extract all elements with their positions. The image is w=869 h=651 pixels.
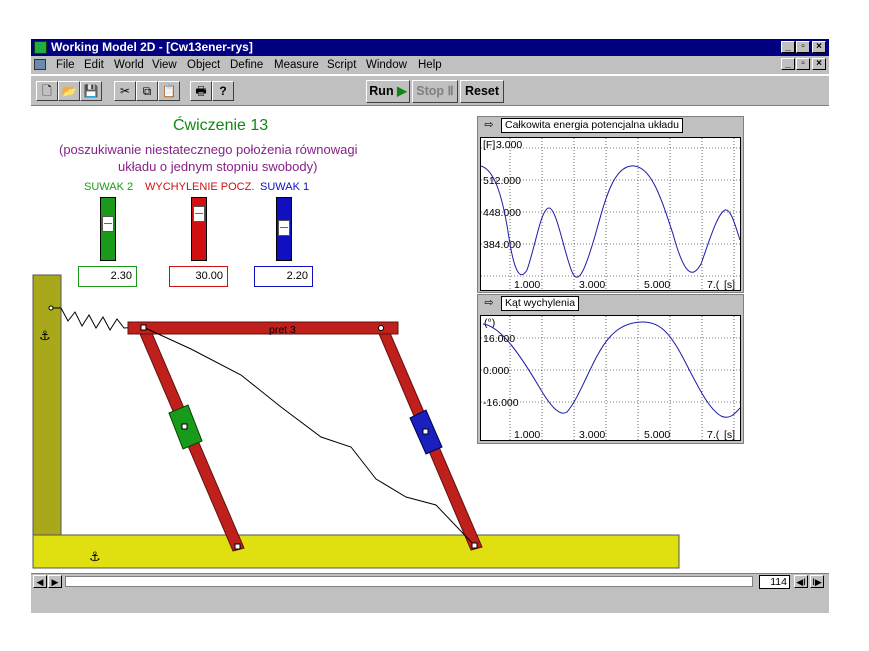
status-bar <box>31 590 829 613</box>
x-tick: 3.000 <box>579 279 605 290</box>
y-tick: 16.000 <box>483 333 515 345</box>
window-title: Working Model 2D - [Cw13ener-rys] <box>51 40 253 54</box>
copy-icon[interactable]: ⧉ <box>136 81 158 101</box>
toolbar: 🗋 📂 💾 ✂ ⧉ 📋 🖶 ? Run ▶ Stop Ⅱ Reset <box>31 75 829 106</box>
green-slider-block[interactable] <box>168 404 203 450</box>
x-unit: [s] <box>724 429 735 440</box>
y-tick: 3.000 <box>496 139 522 151</box>
x-tick: 5.000 <box>644 279 670 290</box>
menu-world[interactable]: World <box>114 56 144 74</box>
paste-icon[interactable]: 📋 <box>158 81 180 101</box>
play-icon: ▶ <box>397 84 407 98</box>
stop-label: Stop <box>416 84 445 98</box>
doc-minimize-button[interactable]: _ <box>781 58 795 70</box>
y-tick: -16.000 <box>483 397 519 409</box>
reset-button[interactable]: Reset <box>460 80 504 103</box>
doc-close-button[interactable]: × <box>812 58 826 70</box>
energy-graph[interactable]: ⇨ Całkowita energia potencjalna układu [… <box>477 116 744 293</box>
menu-object[interactable]: Object <box>187 56 220 74</box>
menu-edit[interactable]: Edit <box>84 56 104 74</box>
step-back-icon[interactable]: ◀Ⅰ <box>794 575 808 588</box>
pin-joint <box>140 324 147 331</box>
x-tick: 5.000 <box>644 429 670 440</box>
document-icon[interactable] <box>34 59 46 70</box>
grid <box>481 316 740 440</box>
new-file-icon[interactable]: 🗋 <box>36 81 58 101</box>
workspace: Ćwiczenie 13 (poszukiwanie niestateczneg… <box>31 107 829 573</box>
menu-file[interactable]: File <box>56 56 75 74</box>
angle-graph[interactable]: ⇨ Kąt wychylenia (°) 16.000 0.000 -16.00… <box>477 294 744 444</box>
angle-plot-area: (°) 16.000 0.000 -16.000 1.000 3.000 5.0… <box>480 315 741 441</box>
title-bar: Working Model 2D - [Cw13ener-rys] _ ▫ × <box>31 39 829 56</box>
x-tick: 1.000 <box>514 429 540 440</box>
pin-joint <box>234 543 241 550</box>
blue-slider-block[interactable] <box>409 409 443 455</box>
frame-counter[interactable]: 114 <box>759 575 790 589</box>
minimize-button[interactable]: _ <box>781 41 795 53</box>
spring-pin <box>48 305 54 311</box>
save-icon[interactable]: 💾 <box>80 81 102 101</box>
x-tick: 7.( <box>707 429 720 440</box>
y-tick: 384.000 <box>483 239 521 251</box>
graph-arrow-icon[interactable]: ⇨ <box>480 297 498 310</box>
menu-bar: File Edit World View Object Define Measu… <box>31 56 829 74</box>
menu-define[interactable]: Define <box>230 56 263 74</box>
step-forward-icon[interactable]: Ⅰ▶ <box>810 575 824 588</box>
stop-button[interactable]: Stop Ⅱ <box>412 80 458 103</box>
x-tick: 1.000 <box>514 279 540 290</box>
cut-icon[interactable]: ✂ <box>114 81 136 101</box>
run-label: Run <box>369 84 394 98</box>
svg-text:⚓: ⚓ <box>89 550 101 565</box>
menu-measure[interactable]: Measure <box>274 56 319 74</box>
x-tick: 7.( <box>707 279 720 290</box>
x-unit: [s] <box>724 279 735 290</box>
open-folder-icon[interactable]: 📂 <box>58 81 80 101</box>
app-icon[interactable] <box>34 41 47 54</box>
rod-label: pret 3 <box>269 324 296 336</box>
ground-anchor-icon: ⚓ <box>89 550 101 565</box>
horizontal-scrollbar[interactable]: ◀ ▶ 114 ◀Ⅰ Ⅰ▶ <box>31 573 829 590</box>
close-button[interactable]: × <box>812 41 826 53</box>
y-tick: 0.000 <box>483 365 509 377</box>
graph-arrow-icon[interactable]: ⇨ <box>480 119 498 132</box>
x-tick: 3.000 <box>579 429 605 440</box>
menu-script[interactable]: Script <box>327 56 356 74</box>
y-tick: 448.000 <box>483 207 521 219</box>
scroll-track[interactable] <box>65 576 753 587</box>
energy-plot-area: [F] 3.000 512.000 448.000 384.000 1.000 … <box>480 137 741 291</box>
run-button[interactable]: Run ▶ <box>366 80 410 103</box>
svg-text:⚓: ⚓ <box>39 329 51 344</box>
doc-maximize-button[interactable]: ▫ <box>796 58 810 70</box>
scroll-left-icon[interactable]: ◀ <box>33 575 47 588</box>
menu-help[interactable]: Help <box>418 56 442 74</box>
y-axis-label: [F] <box>483 139 495 151</box>
energy-plot: [F] 3.000 512.000 448.000 384.000 1.000 … <box>480 138 741 291</box>
angle-curve <box>482 321 741 418</box>
ground[interactable] <box>32 534 680 569</box>
y-axis-label: (°) <box>484 317 495 329</box>
menu-view[interactable]: View <box>152 56 177 74</box>
top-rod[interactable] <box>127 321 399 335</box>
angle-graph-title: Kąt wychylenia <box>501 296 580 311</box>
scroll-right-icon[interactable]: ▶ <box>48 575 62 588</box>
wall[interactable] <box>32 274 62 536</box>
menu-window[interactable]: Window <box>366 56 407 74</box>
energy-graph-title: Całkowita energia potencjalna układu <box>501 118 683 133</box>
maximize-button[interactable]: ▫ <box>796 41 810 53</box>
print-icon[interactable]: 🖶 <box>190 81 212 101</box>
pause-icon: Ⅱ <box>447 84 454 98</box>
pin-joint <box>471 542 478 549</box>
angle-plot: (°) 16.000 0.000 -16.000 1.000 3.000 5.0… <box>481 316 741 441</box>
pin-joint <box>378 325 384 331</box>
y-tick: 512.000 <box>483 175 521 187</box>
wall-anchor-icon: ⚓ <box>39 329 51 344</box>
help-icon[interactable]: ? <box>212 81 234 101</box>
